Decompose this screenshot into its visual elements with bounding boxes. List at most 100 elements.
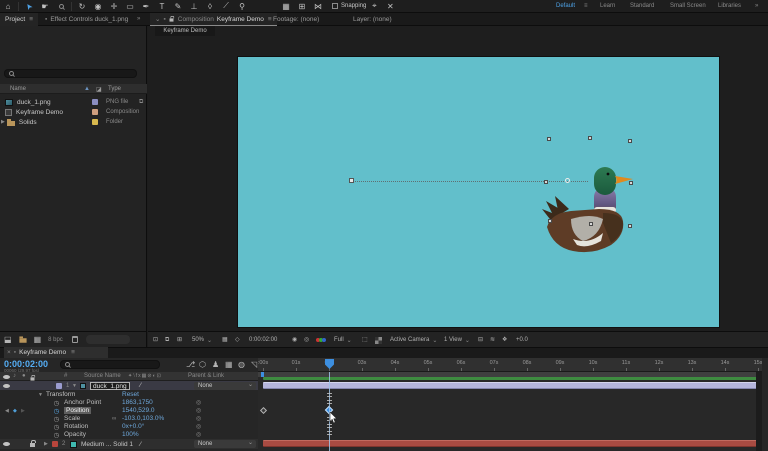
- rotation-tool-icon[interactable]: ↻: [74, 2, 90, 11]
- property-pickwhip-icon[interactable]: ◎: [196, 415, 201, 422]
- workspace-standard[interactable]: Standard: [630, 3, 654, 9]
- tab-project[interactable]: Project ≡: [0, 13, 38, 26]
- magnification-select[interactable]: 50%⌄: [192, 332, 212, 348]
- property-value[interactable]: 0x+0.0°: [122, 423, 144, 430]
- keyframe-diamond[interactable]: [260, 407, 267, 414]
- hand-tool-icon[interactable]: ☛: [37, 2, 53, 11]
- stopwatch-icon[interactable]: ◷: [52, 415, 61, 423]
- fast-previews-icon[interactable]: ≋: [490, 332, 495, 348]
- snapshot-icon[interactable]: ◉: [292, 332, 297, 348]
- frame-blending-icon[interactable]: ▦: [225, 361, 233, 369]
- parent-dropdown[interactable]: None: [194, 440, 256, 448]
- parent-link-column[interactable]: Parent & Link: [188, 373, 224, 379]
- source-name-column[interactable]: Source Name: [84, 373, 121, 379]
- reset-link[interactable]: Reset: [122, 391, 139, 398]
- pen-tool-icon[interactable]: ✒: [138, 2, 154, 11]
- rectangle-tool-icon[interactable]: ▭: [122, 2, 138, 11]
- workspace-learn[interactable]: Learn: [600, 3, 615, 9]
- workspace-small-screen[interactable]: Small Screen: [670, 3, 706, 9]
- selection-handle[interactable]: [589, 222, 593, 226]
- property-value[interactable]: 1863,1750: [122, 399, 153, 406]
- expand-arrow-icon[interactable]: ▼: [38, 392, 43, 398]
- timeline-tab[interactable]: × ▪ Keyframe Demo ≡: [4, 347, 108, 358]
- motion-path-keyframe[interactable]: [349, 178, 354, 183]
- solid-color-swatch[interactable]: [70, 441, 77, 448]
- prev-keyframe-icon[interactable]: ◀: [5, 408, 9, 414]
- layer-row-solid[interactable]: ▶ 2 Medium ... Solid 1 ∕ ◎ None: [0, 439, 258, 449]
- stopwatch-icon[interactable]: ◷: [52, 399, 61, 407]
- project-row-comp[interactable]: Keyframe Demo Composition: [0, 107, 147, 117]
- selection-handle[interactable]: [548, 219, 552, 223]
- layer-duration-bar-duck[interactable]: [263, 382, 761, 389]
- tab-composition[interactable]: ⌄ ▪ Composition Keyframe Demo ≡: [150, 13, 277, 26]
- graph-editor-icon[interactable]: ◹: [251, 361, 257, 369]
- hide-shy-layers-icon[interactable]: ♟: [212, 361, 219, 369]
- property-row-scale[interactable]: ◷ Scale ∞ -103.0,103.0% ◎: [0, 415, 258, 422]
- comp-navigator-tab[interactable]: Keyframe Demo: [155, 26, 215, 36]
- clone-stamp-tool-icon[interactable]: ⊥: [186, 2, 202, 11]
- trash-icon[interactable]: [72, 336, 78, 343]
- zoom-tool-icon[interactable]: [53, 2, 69, 11]
- transparency-grid-icon[interactable]: [375, 332, 382, 348]
- expand-arrow-icon[interactable]: ▼: [72, 383, 77, 389]
- project-row-solids[interactable]: ▶ Solids Folder: [0, 117, 147, 127]
- layer-label-chip[interactable]: [56, 383, 62, 389]
- selection-handle[interactable]: [588, 136, 592, 140]
- column-type[interactable]: Type: [108, 86, 121, 92]
- workspace-overflow-icon[interactable]: »: [755, 3, 758, 9]
- property-pickwhip-icon[interactable]: ◎: [196, 399, 201, 406]
- comp-mini-flowchart-icon[interactable]: ⎇: [186, 361, 195, 369]
- label-chip[interactable]: [92, 109, 98, 115]
- roto-brush-tool-icon[interactable]: ⟋: [218, 1, 234, 11]
- home-icon[interactable]: ⌂: [0, 2, 16, 11]
- brush-tool-icon[interactable]: ✎: [170, 2, 186, 11]
- property-pickwhip-icon[interactable]: ◎: [196, 423, 201, 430]
- tab-overflow-icon[interactable]: »: [137, 16, 140, 22]
- stopwatch-icon[interactable]: ◷: [52, 423, 61, 431]
- property-value[interactable]: -103.0,103.0%: [122, 415, 164, 422]
- sort-arrow-icon[interactable]: ▲: [84, 86, 90, 92]
- lock-toggle-icon[interactable]: [30, 443, 35, 447]
- project-scrollbar[interactable]: [86, 335, 130, 344]
- property-row-position[interactable]: ◀ ◆ ▶ ◷ Position 1540,529.0 ◎: [0, 407, 258, 415]
- show-snapshot-icon[interactable]: ◎: [304, 332, 309, 348]
- puppet-pin-tool-icon[interactable]: ⚲: [234, 2, 250, 11]
- motion-blur-icon[interactable]: ◍: [238, 361, 245, 369]
- color-depth-label[interactable]: 8 bpc: [48, 337, 63, 343]
- link-dimensions-icon[interactable]: ∞: [112, 416, 116, 422]
- selection-handle[interactable]: [544, 180, 548, 184]
- label-chip[interactable]: [92, 99, 98, 105]
- add-keyframe-icon[interactable]: ◆: [13, 408, 17, 414]
- interpret-footage-icon[interactable]: ⬓: [4, 336, 12, 344]
- project-row-duck[interactable]: duck_1.png PNG file ⧉: [0, 97, 147, 107]
- timeline-graph-area[interactable]: [258, 372, 762, 451]
- property-value[interactable]: 100%: [122, 431, 139, 438]
- layer-row-duck[interactable]: 1 ▼ duck_1.png ∕ ◎ None: [0, 381, 258, 390]
- transform-group-row[interactable]: ▼ Transform Reset: [0, 391, 258, 398]
- workspace-libraries[interactable]: Libraries: [718, 3, 741, 9]
- viewer-timecode[interactable]: 0:00:02:00: [249, 332, 277, 348]
- property-pickwhip-icon[interactable]: ◎: [196, 407, 201, 414]
- new-composition-icon[interactable]: ▦: [34, 336, 42, 344]
- selection-handle[interactable]: [628, 224, 632, 228]
- view-camera-select[interactable]: Active Camera⌄: [390, 332, 437, 348]
- channels-icon[interactable]: [316, 332, 326, 348]
- layer-name-field[interactable]: duck_1.png: [90, 382, 130, 390]
- multi-view-icon[interactable]: ⊞: [177, 332, 182, 348]
- reset-exposure-icon[interactable]: ❖: [502, 332, 507, 348]
- quality-switch[interactable]: ∕: [140, 441, 141, 448]
- workspace-default[interactable]: Default: [556, 3, 575, 9]
- region-of-interest-icon[interactable]: ⬚: [362, 332, 368, 348]
- snapping-checkbox[interactable]: [332, 3, 338, 9]
- timeline-scrollbar[interactable]: [756, 372, 762, 451]
- quality-switch[interactable]: ∕: [140, 382, 141, 389]
- expand-arrow-icon[interactable]: ▶: [44, 441, 48, 447]
- selection-handle[interactable]: [547, 137, 551, 141]
- tab-footage[interactable]: Footage: (none): [268, 13, 324, 26]
- workspace-menu-icon[interactable]: ≡: [584, 3, 588, 9]
- mask-visibility-icon[interactable]: ◇: [235, 332, 240, 348]
- new-folder-icon[interactable]: [19, 338, 26, 343]
- composition-canvas[interactable]: [238, 57, 719, 327]
- pixel-aspect-icon[interactable]: ⊟: [478, 332, 483, 348]
- timeline-search-input[interactable]: [60, 360, 160, 369]
